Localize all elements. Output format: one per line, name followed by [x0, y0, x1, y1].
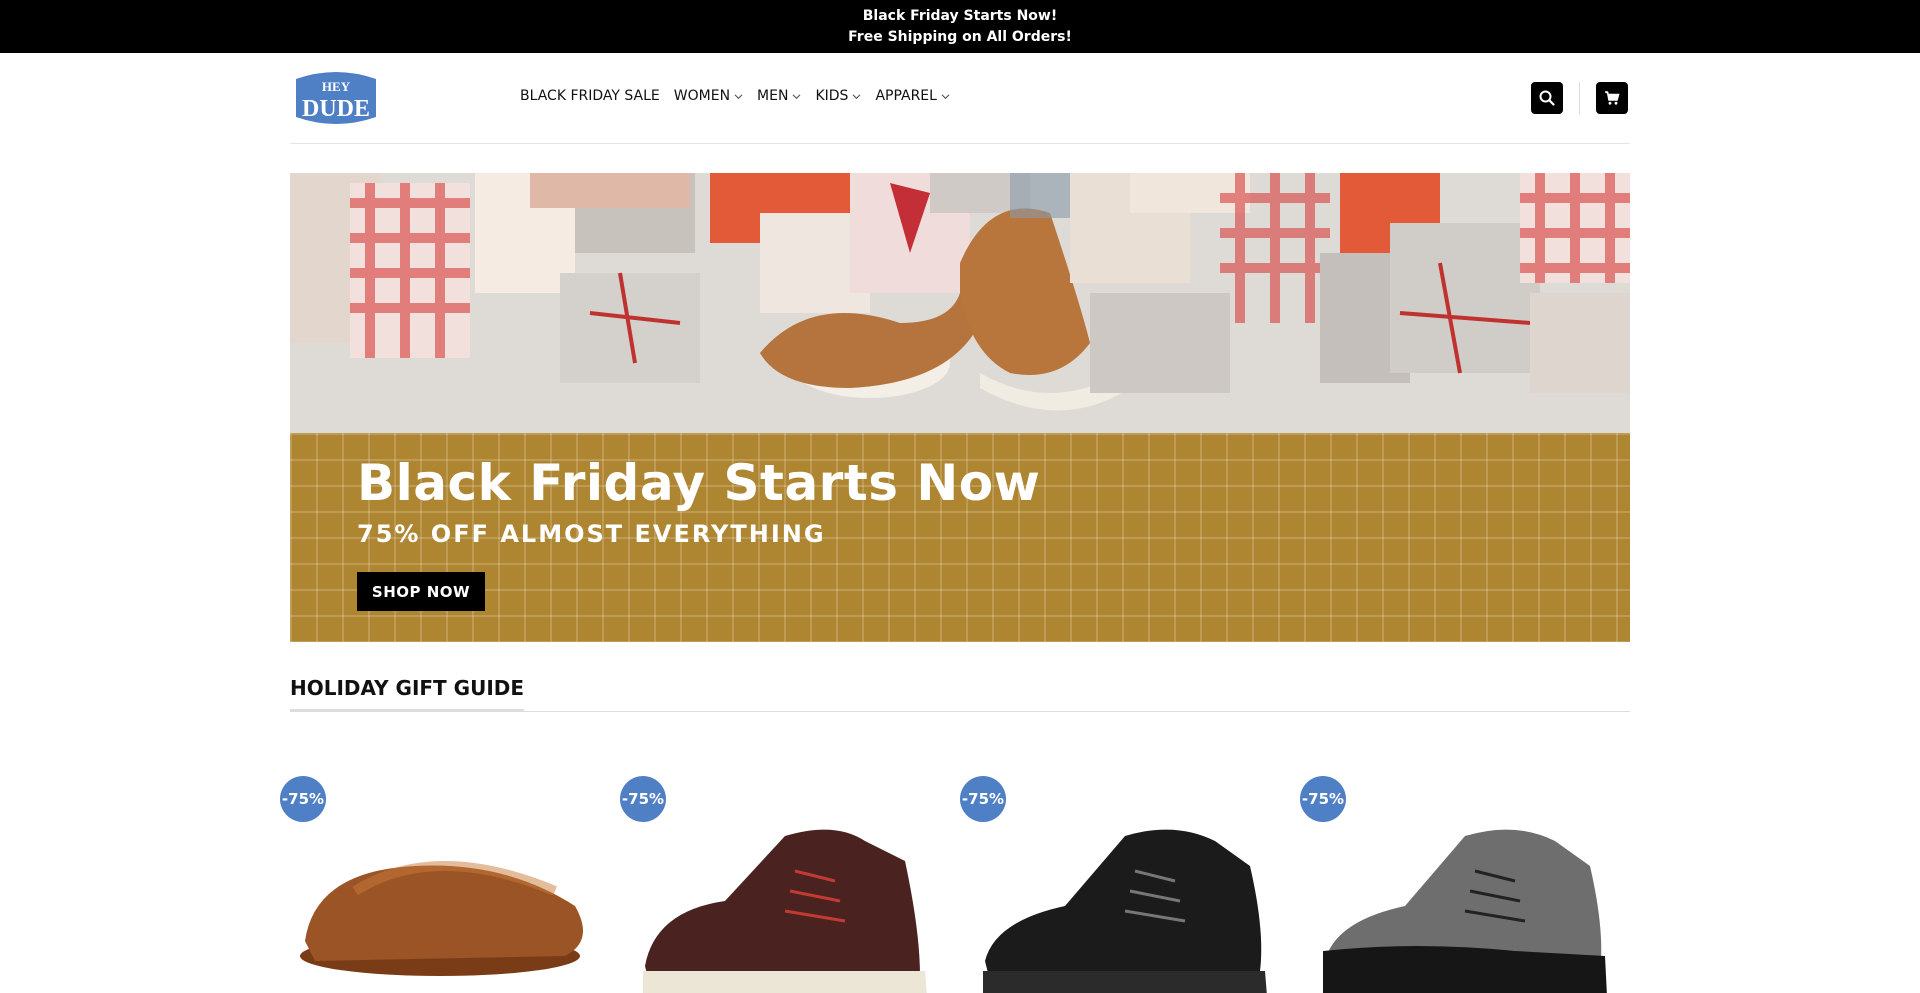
shop-now-button[interactable]: SHOP NOW	[357, 572, 485, 611]
hero-title: Black Friday Starts Now	[357, 454, 1041, 512]
search-button[interactable]	[1531, 82, 1563, 114]
nav-label: WOMEN	[673, 88, 731, 104]
nav-label: APPAREL	[875, 88, 937, 104]
holiday-gift-guide-section: HOLIDAY GIFT GUIDE	[290, 674, 1630, 712]
nav-apparel[interactable]: APPAREL	[875, 88, 950, 104]
hero-subtitle: 75% OFF ALMOST EVERYTHING	[357, 520, 826, 548]
nav-label: MEN	[757, 88, 789, 104]
product-card[interactable]: -75%	[960, 776, 1280, 993]
shoe-image	[1323, 829, 1607, 993]
shoe-image	[643, 829, 927, 993]
hero-banner[interactable]: Black Friday Starts Now 75% OFF ALMOST E…	[290, 173, 1630, 642]
chevron-down-icon	[941, 93, 950, 99]
cart-button[interactable]	[1596, 82, 1628, 114]
product-card[interactable]: -75%	[1300, 776, 1620, 993]
hero-gifts-and-shoes-image	[290, 173, 1630, 433]
nav-label: KIDS	[815, 88, 849, 104]
logo-text-bottom: DUDE	[302, 96, 370, 122]
product-card[interactable]: -75%	[620, 776, 940, 993]
section-title: HOLIDAY GIFT GUIDE	[290, 674, 525, 712]
cart-icon	[1605, 91, 1620, 105]
header-actions	[1531, 82, 1628, 114]
nav-kids[interactable]: KIDS	[815, 88, 861, 104]
product-grid: -75% -75% -75% -75%	[280, 776, 1640, 993]
chevron-down-icon	[852, 93, 861, 99]
chevron-down-icon	[734, 93, 743, 99]
nav-men[interactable]: MEN	[757, 88, 801, 104]
nav-women[interactable]: WOMEN	[674, 88, 743, 104]
announcement-line-1: Black Friday Starts Now!	[862, 8, 1058, 24]
product-card[interactable]: -75%	[280, 776, 600, 993]
nav-black-friday-sale[interactable]: BLACK FRIDAY SALE	[520, 88, 660, 104]
announcement-bar: Black Friday Starts Now! Free Shipping o…	[0, 0, 1920, 53]
hero-promo-panel: Black Friday Starts Now 75% OFF ALMOST E…	[290, 433, 1630, 642]
hey-dude-logo[interactable]: HEY DUDE	[290, 69, 382, 127]
main-nav: BLACK FRIDAY SALE WOMEN MEN KIDS APPAREL	[520, 88, 950, 104]
logo-text-top: HEY	[322, 79, 351, 94]
shoe-image	[983, 829, 1267, 993]
nav-label: BLACK FRIDAY SALE	[520, 88, 660, 104]
site-header: HEY DUDE BLACK FRIDAY SALE WOMEN MEN KID…	[290, 53, 1630, 144]
announcement-line-2: Free Shipping on All Orders!	[848, 29, 1072, 45]
chevron-down-icon	[792, 93, 801, 99]
header-divider	[1579, 82, 1580, 114]
shoe-image	[300, 861, 583, 976]
hero-image	[290, 173, 1630, 433]
search-icon	[1539, 90, 1555, 106]
